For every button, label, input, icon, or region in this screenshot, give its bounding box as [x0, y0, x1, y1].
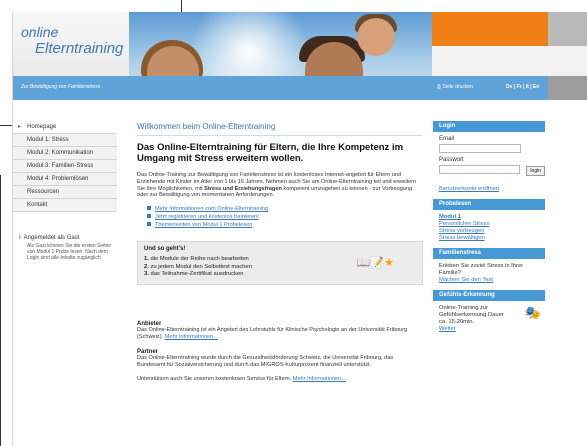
link-more-info[interactable]: Mehr Informationen zum Online-Elterntrai…	[147, 205, 423, 213]
probe-header: Probelesen	[433, 199, 545, 210]
nav-item-modul-2[interactable]: Modul 2: Kommunikation	[13, 147, 117, 160]
child-face	[357, 18, 395, 56]
family-header: Familienstress	[433, 248, 545, 259]
probe-link-modul[interactable]: Modul 1	[433, 214, 545, 221]
provider-link[interactable]: Mehr Informationen...	[165, 334, 218, 340]
info-icon: i	[19, 235, 21, 241]
nav-item-ressourcen[interactable]: Ressourcen	[13, 186, 117, 199]
tagline: Zur Bewältigung von Familienstress	[21, 84, 101, 90]
right-sidebar: Login Email Passwort login Benutzerkonto…	[433, 121, 545, 333]
feeling-text: Online-Training zur Gefühlserkennung Dau…	[439, 305, 504, 325]
header-light-block	[432, 46, 587, 76]
probe-link-personal[interactable]: Persönlicher Stress	[433, 221, 545, 228]
bullet-icon	[147, 214, 151, 219]
guest-text: Als Gast können Sie die ersten Seiten vo…	[27, 243, 112, 261]
page-frame: online Elterntraining Zur Bewältigung vo…	[12, 12, 587, 446]
main-content: Willkommen beim Online-Elterntraining Da…	[137, 122, 423, 391]
star-icon: ★	[384, 257, 394, 270]
link-probelesen[interactable]: Themenseiten von Modul 1 Probelesen	[147, 221, 423, 229]
family-test-link[interactable]: Machen Sie den Test	[433, 277, 545, 284]
email-label: Email	[439, 136, 455, 142]
print-label: Seite drucken	[442, 84, 473, 90]
header-band: Zur Bewältigung von Familienstress ⎙ Sei…	[13, 76, 587, 100]
guest-title: Angemeldet als Gast	[23, 235, 80, 241]
partner-text: Das Online-Elterntraining wurde durch di…	[137, 354, 394, 368]
band-grey-block	[548, 76, 587, 100]
nav-item-modul-3[interactable]: Modul 3: Familien-Stress	[13, 160, 117, 173]
language-switcher[interactable]: De | Fr | It | En	[506, 84, 539, 90]
nav-arrow-icon: ▸	[18, 124, 22, 130]
logo-line2: Elterntraining	[35, 40, 124, 57]
top-connector-line	[181, 0, 182, 12]
provider-text: Das Online-Elterntraining ist ein Angebo…	[137, 327, 408, 340]
left-vertical-line	[0, 175, 1, 446]
nav-item-homepage[interactable]: ▸ Homepage	[13, 121, 117, 134]
nav-item-modul-1[interactable]: Modul 1: Stress	[13, 134, 117, 147]
feeling-header: Gefühls-Erkennung	[433, 290, 545, 301]
guest-info: i Angemeldet als Gast Als Gast können Sie…	[19, 235, 113, 261]
bullet-icon	[147, 222, 151, 227]
steps-icons: 📖📝★	[357, 256, 394, 269]
probe-link-cope[interactable]: Stress bewältigen	[433, 235, 545, 242]
logo-line1: online	[21, 24, 59, 40]
welcome-heading: Willkommen beim Online-Elterntraining	[137, 122, 276, 131]
info-links: Mehr Informationen zum Online-Elterntrai…	[147, 205, 423, 229]
certificate-icon: 📝	[370, 257, 385, 270]
provider-section: Anbieter Das Online-Elterntraining ist e…	[137, 321, 423, 383]
bullet-icon	[147, 206, 151, 211]
steps-box: Und so geht's! 1. die Module der Reihe n…	[137, 241, 423, 286]
support-link[interactable]: Mehr Informationen...	[293, 376, 346, 382]
nav-item-kontakt[interactable]: Kontakt	[13, 199, 117, 212]
step-item: 3. das Teilnahme-Zertifikat ausdrucken	[144, 271, 244, 278]
register-link[interactable]: Benutzerkonto eröffnen	[433, 186, 545, 193]
page-headline: Das Online-Elterntraining für Eltern, di…	[137, 142, 404, 164]
feeling-link[interactable]: Weiter	[433, 326, 545, 333]
steps-title: Und so geht's!	[144, 246, 186, 253]
intro-text: Das Online-Training zur Bewältigung von …	[137, 172, 417, 199]
family-text: Erleben Sie zuviel Stress in Ihrer Famil…	[439, 263, 524, 276]
book-icon: 📖	[356, 257, 371, 270]
login-header: Login	[433, 121, 545, 132]
main-navigation: ▸ Homepage Modul 1: Stress Modul 2: Kommu…	[13, 121, 117, 212]
divider	[137, 135, 423, 136]
email-field[interactable]	[439, 144, 521, 153]
nav-item-modul-4[interactable]: Modul 4: Problemlösen	[13, 173, 117, 186]
support-text: Unterstützen auch Sie unseren kostenlose…	[137, 376, 346, 383]
probe-link-prevent[interactable]: Stress vorbeugen	[433, 228, 545, 235]
header-grey-block	[548, 12, 587, 46]
link-register[interactable]: Jetzt registrieren und kostenlos trainie…	[147, 213, 423, 221]
password-field[interactable]	[439, 165, 521, 174]
header-orange-block	[432, 12, 548, 46]
masks-icon: 🎭	[524, 305, 541, 320]
print-page-link[interactable]: ⎙ Seite drucken	[437, 84, 473, 90]
login-button[interactable]: login	[526, 165, 545, 176]
